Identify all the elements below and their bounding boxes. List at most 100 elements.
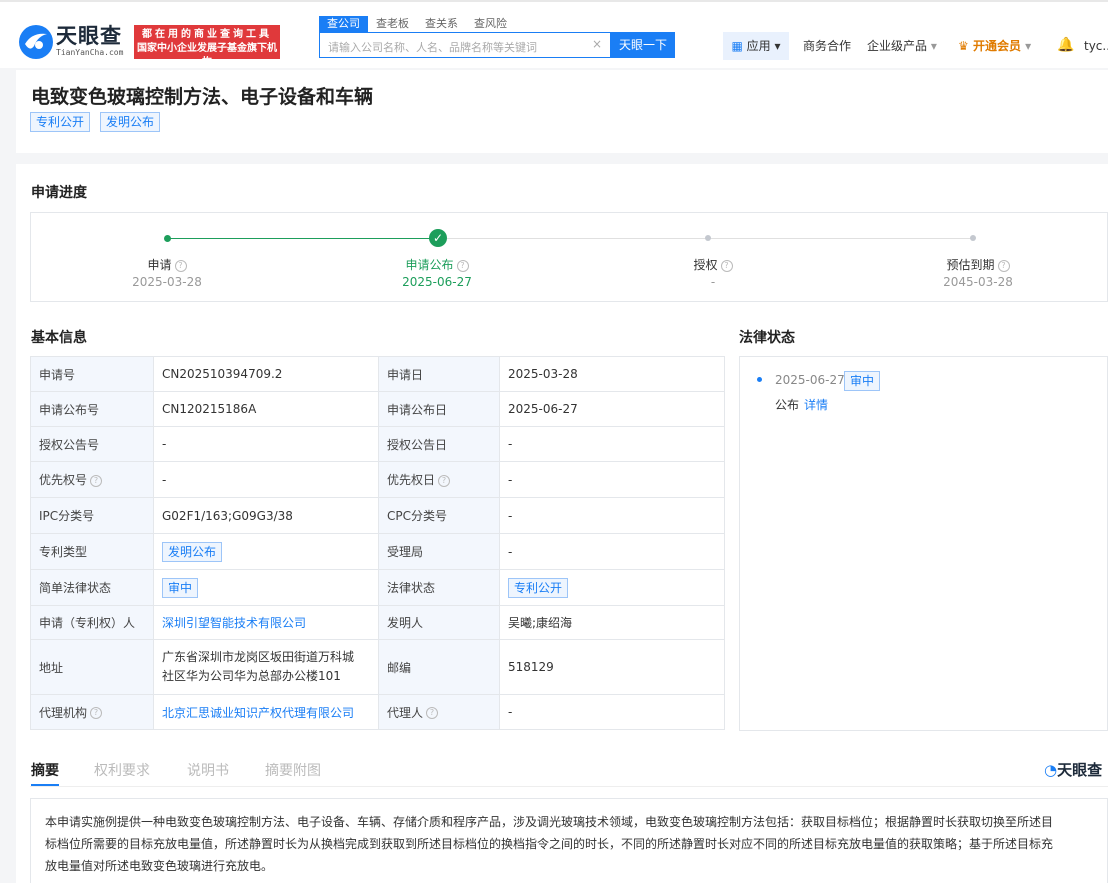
stage-name: 预估到期 xyxy=(946,258,995,272)
simple-status-tag: 审中 xyxy=(162,577,199,598)
abstract-line-3: 放电量值对所述电致变色玻璃进行充放电。 xyxy=(45,859,274,873)
help-icon[interactable]: ? xyxy=(456,259,469,272)
field-label: 授权公告日 xyxy=(378,426,500,462)
chevron-down-icon: ▾ xyxy=(1025,39,1032,53)
abstract-panel: 本申请实施例提供一种电致变色玻璃控制方法、电子设备、车辆、存储介质和程序产品，涉… xyxy=(30,798,1108,883)
tab-drawing[interactable]: 摘要附图 xyxy=(265,760,321,780)
table-row: 代理机构? 北京汇思诚业知识产权代理有限公司 代理人? - xyxy=(30,694,725,730)
tab-boss[interactable]: 查老板 xyxy=(368,16,417,32)
stage-date: 2025-03-28 xyxy=(132,275,202,289)
tab-claims[interactable]: 权利要求 xyxy=(94,760,150,780)
field-value: - xyxy=(499,426,725,462)
label-text: 代理人 xyxy=(387,705,424,720)
brand-watermark: ◔天眼查 xyxy=(1044,759,1102,780)
field-value: 审中 xyxy=(153,569,379,606)
page-title: 电致变色玻璃控制方法、电子设备和车辆 xyxy=(31,86,374,108)
label-text: 优先权日 xyxy=(387,473,436,487)
help-icon[interactable]: ? xyxy=(720,259,733,272)
field-label: 申请（专利权）人 xyxy=(30,605,154,640)
stage-apply: 申请? 2025-03-28 xyxy=(107,256,227,289)
basic-info-title: 基本信息 xyxy=(31,330,87,346)
slogan-badge: 都在用的商业查询工具 国家中小企业发展子基金旗下机构 xyxy=(134,25,280,68)
stage-name: 申请 xyxy=(147,258,172,272)
help-icon[interactable]: ? xyxy=(174,259,187,272)
help-icon[interactable]: ? xyxy=(438,474,451,487)
field-value: 深圳引望智能技术有限公司 xyxy=(153,605,379,640)
field-label: 申请公布号 xyxy=(30,391,154,427)
tab-abstract[interactable]: 摘要 xyxy=(31,760,59,780)
tab-company[interactable]: 查公司 xyxy=(319,16,368,32)
progress-line-pending xyxy=(447,238,975,239)
timeline-dot xyxy=(757,377,762,382)
field-value: 518129 xyxy=(499,639,725,695)
apps-menu[interactable]: ▦ 应用 ▾ xyxy=(723,32,789,60)
field-label: 地址 xyxy=(30,639,154,695)
tab-relation[interactable]: 查关系 xyxy=(417,16,466,32)
progress-line-done xyxy=(168,238,438,239)
field-label: 申请公布日 xyxy=(378,391,500,427)
table-row: 专利类型 发明公布 受理局 - xyxy=(30,533,725,570)
stage-date: 2045-03-28 xyxy=(943,275,1013,289)
tag-invention-public: 发明公布 xyxy=(100,112,161,132)
legal-date: 2025-06-27 xyxy=(775,373,845,387)
logo-icon[interactable] xyxy=(16,22,56,62)
field-value: - xyxy=(499,461,725,498)
table-row: 申请（专利权）人 深圳引望智能技术有限公司 发明人 吴曦;康绍海 xyxy=(30,605,725,640)
stage-dot-grant xyxy=(705,235,711,241)
abstract-line-2: 标档位所需要的目标充放电量值，所述静置时长为从换档完成到获取到所述目标档位的换档… xyxy=(45,837,1054,851)
tab-divider xyxy=(30,786,1108,787)
business-link[interactable]: 商务合作 xyxy=(803,32,851,60)
logo-text[interactable]: 天眼查 xyxy=(56,20,122,50)
table-row: 简单法律状态 审中 法律状态 专利公开 xyxy=(30,569,725,606)
detail-link[interactable]: 详情 xyxy=(804,396,828,413)
vip-menu[interactable]: ♛ 开通会员 ▾ xyxy=(958,32,1031,60)
bell-icon[interactable]: 🔔 xyxy=(1057,37,1074,53)
field-label: 简单法律状态 xyxy=(30,569,154,606)
field-value: - xyxy=(499,533,725,570)
stage-dot-expire xyxy=(970,235,976,241)
top-header: 天眼查 TianYanCha.com 都在用的商业查询工具 国家中小企业发展子基… xyxy=(0,0,1108,68)
abstract-line-1: 本申请实施例提供一种电致变色玻璃控制方法、电子设备、车辆、存储介质和程序产品，涉… xyxy=(45,815,1054,829)
slogan-line-2: 国家中小企业发展子基金旗下机构 xyxy=(137,43,277,68)
field-value: G02F1/163;G09G3/38 xyxy=(153,497,379,534)
search-placeholder: 请输入公司名称、人名、品牌名称等关键词 xyxy=(328,41,537,54)
user-menu[interactable]: tyc... xyxy=(1084,32,1108,60)
field-label: CPC分类号 xyxy=(378,497,500,534)
tab-risk[interactable]: 查风险 xyxy=(466,16,515,32)
help-icon[interactable]: ? xyxy=(90,474,103,487)
progress-title: 申请进度 xyxy=(31,185,87,201)
field-value: CN202510394709.2 xyxy=(153,356,379,392)
field-label: 专利类型 xyxy=(30,533,154,570)
help-icon[interactable]: ? xyxy=(426,707,439,719)
slogan-line-1: 都在用的商业查询工具 xyxy=(142,29,272,40)
field-value: 广东省深圳市龙岗区坂田街道万科城 社区华为公司华为总部办公楼101 xyxy=(153,639,379,695)
legal-status-tag: 专利公开 xyxy=(508,577,569,598)
progress-panel: ✓ 申请? 2025-03-28 申请公布? 2025-06-27 授权? - … xyxy=(30,212,1108,302)
caret-down-icon: ▾ xyxy=(774,39,781,53)
tab-manual[interactable]: 说明书 xyxy=(187,760,229,780)
brand-text: 天眼查 xyxy=(1057,761,1103,779)
search-input[interactable]: 请输入公司名称、人名、品牌名称等关键词 × xyxy=(319,32,611,58)
search-button[interactable]: 天眼一下 xyxy=(611,32,675,58)
enterprise-menu[interactable]: 企业级产品 ▾ xyxy=(867,32,937,60)
table-row: 申请公布号 CN120215186A 申请公布日 2025-06-27 xyxy=(30,391,725,427)
field-label: 发明人 xyxy=(378,605,500,640)
field-label: 申请日 xyxy=(378,356,500,392)
label-text: 代理机构 xyxy=(39,705,88,720)
stage-expire: 预估到期? 2045-03-28 xyxy=(918,256,1038,289)
stage-publish: 申请公布? 2025-06-27 xyxy=(377,256,497,289)
help-icon[interactable]: ? xyxy=(90,707,103,719)
clear-icon[interactable]: × xyxy=(592,37,602,51)
applicant-link[interactable]: 深圳引望智能技术有限公司 xyxy=(162,616,306,630)
field-label: 代理人? xyxy=(378,694,500,730)
table-row: 地址 广东省深圳市龙岗区坂田街道万科城 社区华为公司华为总部办公楼101 邮编 … xyxy=(30,639,725,695)
stage-name: 申请公布 xyxy=(405,258,454,272)
field-label: 优先权号? xyxy=(30,461,154,498)
field-value: CN120215186A xyxy=(153,391,379,427)
help-icon[interactable]: ? xyxy=(997,259,1010,272)
tag-patent-public: 专利公开 xyxy=(30,112,91,132)
field-value: - xyxy=(153,461,379,498)
legal-status-title: 法律状态 xyxy=(739,330,795,346)
enterprise-label: 企业级产品 xyxy=(867,39,928,53)
agency-link[interactable]: 北京汇思诚业知识产权代理有限公司 xyxy=(162,706,354,720)
